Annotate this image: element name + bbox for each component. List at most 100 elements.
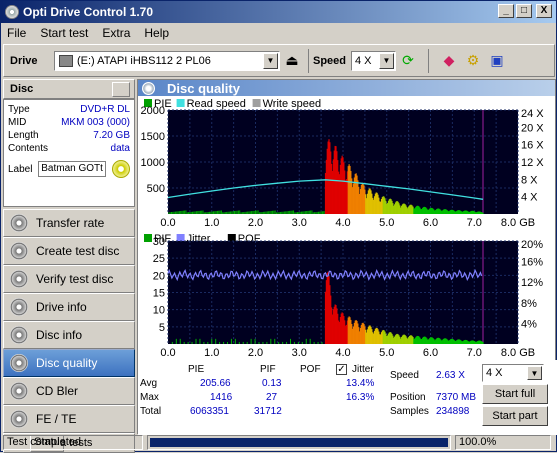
legend-label: Write speed — [263, 98, 322, 110]
nav-drive-info[interactable]: Drive info — [3, 293, 135, 321]
disc-label-icon[interactable] — [112, 160, 130, 178]
stats-max-pie: 1416 — [210, 392, 233, 403]
drive-icon — [59, 54, 73, 67]
nav-label: Create test disc — [36, 244, 120, 258]
y-tick-label: 10 — [153, 305, 165, 317]
progress-fill — [150, 438, 448, 447]
disc-icon — [10, 326, 28, 344]
eject-button[interactable]: ⏏ — [280, 50, 304, 72]
nav-label: Disc info — [36, 328, 83, 342]
refresh-icon: ⟳ — [402, 52, 414, 68]
stats-avg-pif: 0.13 — [262, 378, 282, 389]
y-tick-label: 2000 — [141, 105, 165, 117]
disc-info-panel: Type DVD+R DL MID MKM 003 (000) Length 7.20… — [3, 99, 135, 207]
close-button[interactable]: X — [536, 4, 552, 18]
menu-extra[interactable]: Extra — [102, 26, 130, 40]
jitter-checkbox[interactable]: ✓ — [336, 364, 347, 375]
stats-speed-select[interactable]: 4 X ▼ — [482, 364, 544, 382]
nav-disc-quality[interactable]: Disc quality — [3, 349, 135, 377]
app-window: Opti Drive Control 1.70 _ □ X File Start… — [0, 0, 557, 453]
stats-avg-pie: 205.66 — [200, 378, 231, 389]
disc-icon — [10, 214, 28, 232]
nav-label: Verify test disc — [36, 272, 114, 286]
stats-avg-label: Avg — [140, 378, 158, 389]
y-right-tick-label: 16% — [521, 257, 543, 269]
drive-select-value: (E:) ATAPI iHBS112 2 PL06 — [77, 54, 211, 67]
nav-verify-test-disc[interactable]: Verify test disc — [3, 265, 135, 293]
nav-label: Drive info — [36, 300, 87, 314]
refresh-button[interactable]: ⟳ — [396, 50, 420, 72]
disc-icon — [10, 410, 28, 428]
y-tick-label: 20 — [153, 270, 165, 282]
menu-bar: File Start test Extra Help — [1, 23, 556, 42]
toolbar: Drive (E:) ATAPI iHBS112 2 PL06 ▼ ⏏ Spee… — [3, 44, 555, 77]
disc-icon — [10, 382, 28, 400]
x-tick-label: 1.0 — [204, 217, 219, 229]
chevron-down-icon: ▼ — [379, 52, 394, 69]
x-tick-label: 4.0 — [335, 217, 350, 229]
stats-position-value: 7370 MB — [436, 392, 477, 403]
save-button[interactable]: ▣ — [485, 50, 509, 72]
y-tick-label: 1000 — [141, 157, 165, 169]
erase-button[interactable]: ◆ — [437, 50, 461, 72]
floppy-icon: ▣ — [490, 52, 504, 68]
disc-icon — [142, 81, 155, 95]
x-tick-label: 5.0 — [379, 217, 394, 229]
disc-icon — [10, 354, 28, 372]
x-tick-label: 6.0 — [423, 217, 438, 229]
menu-help[interactable]: Help — [144, 26, 169, 40]
x-tick-label: 1.0 — [204, 347, 219, 358]
y-right-tick-label: 8% — [521, 298, 537, 310]
stats-area: PIE PIF POF ✓ Jitter Avg 205.66 0.13 13.… — [138, 360, 557, 435]
disc-mid-row: MID MKM 003 (000) — [8, 117, 130, 128]
nav-label: FE / TE — [36, 412, 77, 426]
window-title: Opti Drive Control 1.70 — [23, 5, 154, 19]
nav-fe-te[interactable]: FE / TE — [3, 405, 135, 433]
x-tick-label: 7.0 — [467, 217, 482, 229]
disc-length-row: Length 7.20 GB — [8, 130, 130, 141]
legend-swatch — [176, 99, 185, 107]
minimize-button[interactable]: _ — [498, 4, 514, 18]
y-right-tick-label: 12 X — [521, 157, 544, 169]
nav-transfer-rate[interactable]: Transfer rate — [3, 209, 135, 237]
speed-label: Speed — [313, 54, 347, 67]
nav-create-test-disc[interactable]: Create test disc — [3, 237, 135, 265]
start-full-button[interactable]: Start full — [482, 384, 548, 404]
x-tick-label: 4.0 — [335, 347, 350, 358]
stats-samples-label: Samples — [390, 406, 429, 417]
stats-total-label: Total — [140, 406, 162, 417]
disc-header-toggle[interactable] — [112, 82, 130, 97]
nav-disc-info[interactable]: Disc info — [3, 321, 135, 349]
disc-label-field[interactable]: Batman GOTt — [38, 161, 107, 177]
x-tick-label: 2.0 — [248, 217, 263, 229]
stats-max-pif: 27 — [266, 392, 278, 403]
legend-swatch — [144, 234, 152, 242]
drive-select[interactable]: (E:) ATAPI iHBS112 2 PL06 ▼ — [54, 50, 280, 71]
pif-chart: PIF Jitter POF3025201510520%16%12%8%4%0.0 1… — [144, 233, 543, 358]
speed-select[interactable]: 4 X ▼ — [351, 50, 396, 71]
start-part-button[interactable]: Start part — [482, 406, 548, 426]
y-tick-label: 25 — [153, 253, 165, 265]
nav-cd-bler[interactable]: CD Bler — [3, 377, 135, 405]
disc-type-row: Type DVD+R DL — [8, 104, 130, 115]
menu-file[interactable]: File — [7, 26, 26, 40]
status-text: Test completed — [3, 435, 143, 450]
stats-max-jitter: 16.3% — [346, 392, 375, 403]
panel-title: Disc quality — [138, 80, 555, 96]
disc-header: Disc — [3, 79, 135, 99]
stats-header-pie: PIE — [188, 364, 205, 375]
settings-button[interactable]: ⚙ — [461, 50, 485, 72]
speed-select-value: 4 X — [355, 54, 372, 67]
nav-label: Disc quality — [36, 356, 98, 370]
chevron-down-icon: ▼ — [527, 366, 542, 380]
maximize-button[interactable]: □ — [516, 4, 532, 18]
stats-header-pif: PIF — [260, 364, 276, 375]
y-right-tick-label: 24 X — [521, 108, 544, 120]
y-tick-label: 15 — [153, 288, 165, 300]
x-tick-label: 8.0 GB — [501, 217, 535, 229]
drive-label: Drive — [10, 54, 38, 67]
menu-start-test[interactable]: Start test — [40, 26, 88, 40]
app-disc-icon — [5, 5, 19, 19]
nav-label: CD Bler — [36, 384, 79, 398]
disc-quality-panel: Disc quality PIE Read speed Write speed 200… — [137, 79, 557, 435]
